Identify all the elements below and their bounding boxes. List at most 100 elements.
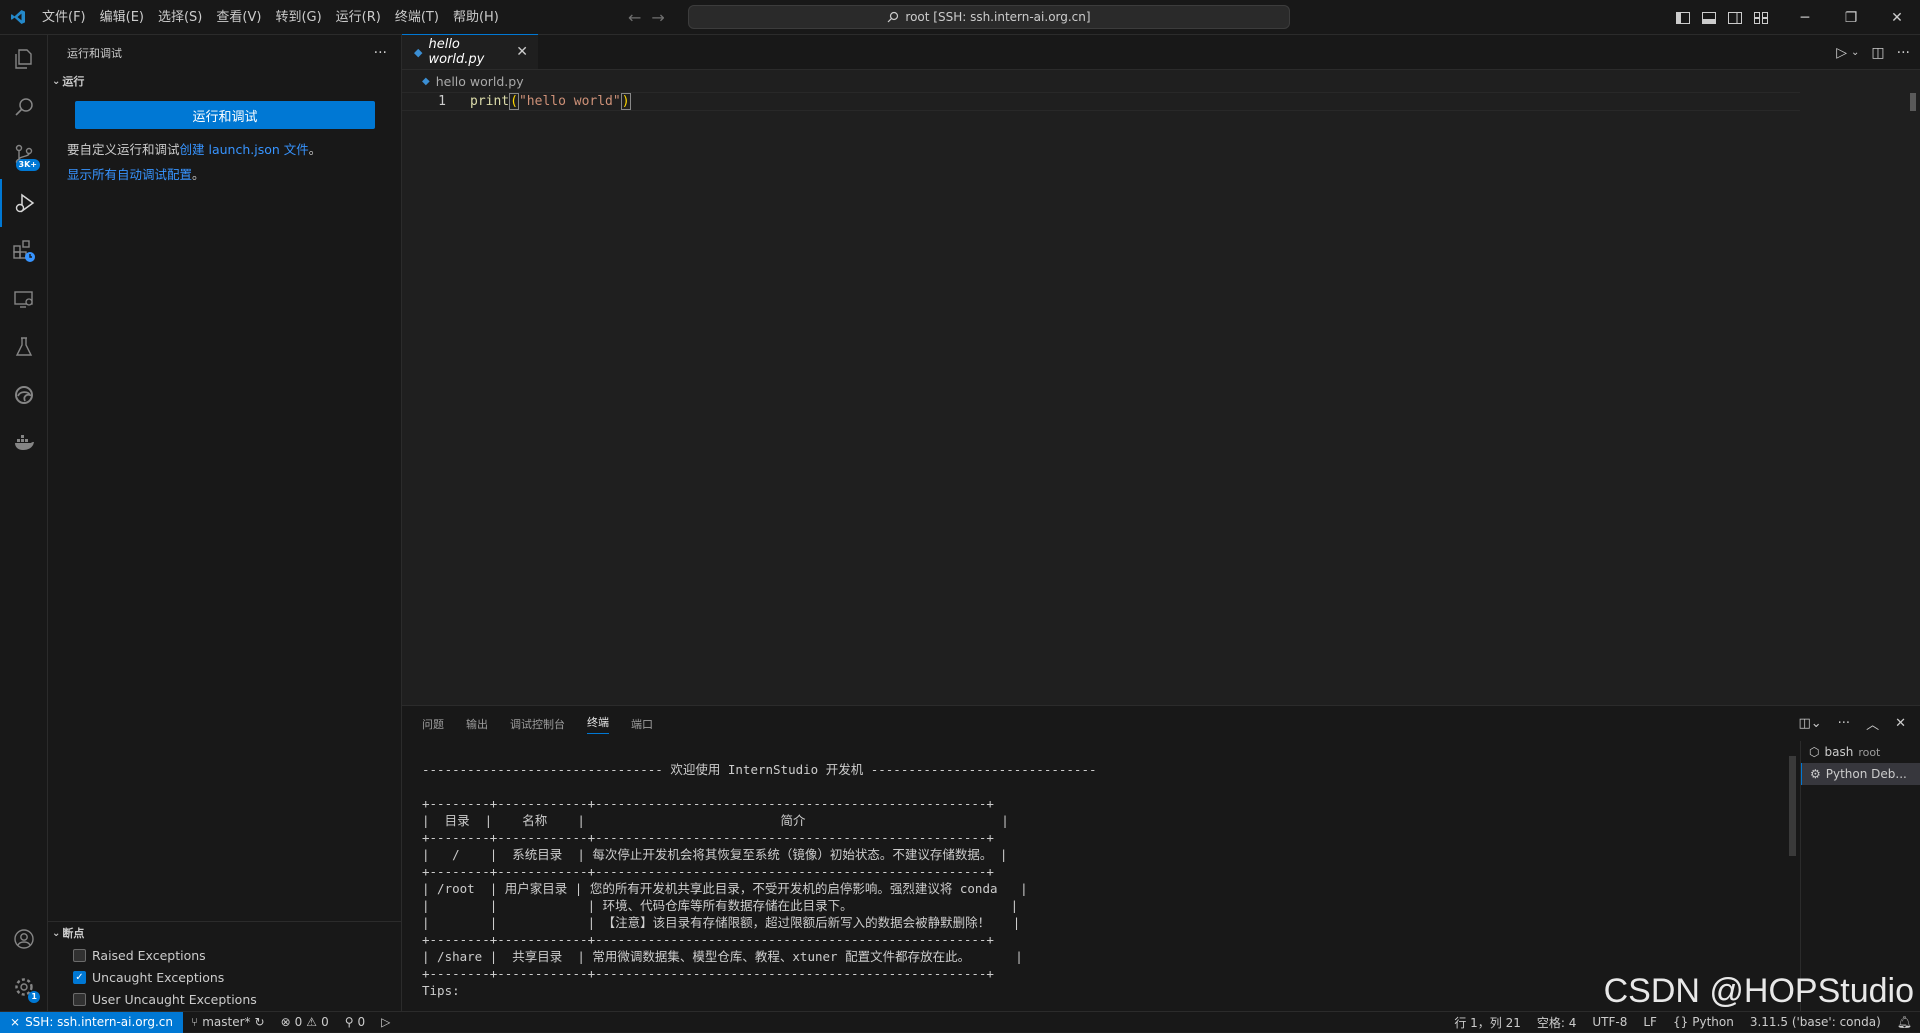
breakpoints-header[interactable]: ⌄ 断点 — [48, 922, 402, 944]
language-label: Python — [1692, 1015, 1734, 1029]
close-panel-icon[interactable]: ✕ — [1895, 716, 1906, 731]
breakpoint-item[interactable]: Raised Exceptions — [48, 944, 402, 966]
toggle-panel-icon[interactable] — [1696, 0, 1722, 35]
python-file-icon: ◆ — [422, 75, 430, 87]
show-all-debug-configs-link[interactable]: 显示所有自动调试配置 — [67, 167, 192, 182]
run-debug-icon[interactable] — [0, 179, 48, 227]
code-line[interactable]: 1 print("hello world") — [402, 92, 1800, 111]
menu-view[interactable]: 查看(V) — [209, 0, 268, 35]
split-editor-icon[interactable]: ◫ — [1871, 45, 1884, 61]
tab-debug-console[interactable]: 调试控制台 — [510, 716, 565, 732]
notifications-bell-icon[interactable]: 🔔︎ — [1889, 1015, 1920, 1029]
more-actions-icon[interactable]: ··· — [1838, 716, 1850, 731]
tab-problems[interactable]: 问题 — [422, 716, 444, 732]
breadcrumb-file[interactable]: hello world.py — [436, 74, 524, 89]
menu-run[interactable]: 运行(R) — [329, 0, 388, 35]
forward-arrow-icon[interactable]: → — [651, 8, 664, 27]
cursor-position[interactable]: 行 1，列 21 — [1446, 1014, 1529, 1031]
editor-scrollbar[interactable] — [1910, 93, 1916, 111]
menu-file[interactable]: 文件(F) — [35, 0, 93, 35]
customize-layout-icon[interactable] — [1748, 0, 1774, 35]
ports-icon: ⚲ — [344, 1015, 354, 1029]
toggle-primary-sidebar-icon[interactable] — [1670, 0, 1696, 35]
run-and-debug-button[interactable]: 运行和调试 — [75, 101, 375, 129]
braces-icon: {} — [1672, 1015, 1689, 1029]
breakpoint-item[interactable]: User Uncaught Exceptions — [48, 988, 402, 1010]
terminal-detail: root — [1858, 745, 1881, 759]
terminal-item-bash[interactable]: ⬡ bash root — [1801, 741, 1920, 763]
end-of-line[interactable]: LF — [1635, 1015, 1665, 1029]
encoding[interactable]: UTF-8 — [1584, 1015, 1635, 1029]
command-center[interactable]: root [SSH: ssh.intern-ai.org.cn] — [688, 5, 1290, 29]
uncaught-exceptions-checkbox[interactable]: ✓ — [73, 970, 86, 984]
menu-terminal[interactable]: 终端(T) — [388, 0, 446, 35]
settings-badge: 1 — [28, 991, 40, 1003]
raised-exceptions-checkbox[interactable] — [73, 948, 86, 962]
ports-count: 0 — [357, 1015, 366, 1029]
create-launch-json-link[interactable]: 创建 launch.json 文件 — [180, 142, 309, 157]
back-arrow-icon[interactable]: ← — [628, 8, 641, 27]
more-actions-icon[interactable]: ··· — [1897, 45, 1910, 61]
run-python-file-icon[interactable]: ▷ — [1836, 45, 1847, 61]
run-debug-sidebar: 运行和调试 ··· ⌄ 运行 运行和调试 要自定义运行和调试创建 launch.… — [48, 35, 402, 1011]
menu-selection[interactable]: 选择(S) — [151, 0, 209, 35]
tab-output[interactable]: 输出 — [466, 716, 488, 732]
indentation[interactable]: 空格: 4 — [1529, 1014, 1585, 1031]
terminal-output[interactable]: -------------------------------- 欢迎使用 In… — [422, 761, 1097, 999]
breakpoint-label: User Uncaught Exceptions — [92, 991, 257, 1007]
close-tab-icon[interactable]: ✕ — [516, 44, 528, 60]
search-icon — [887, 11, 899, 23]
source-control-icon[interactable]: 3K+ — [0, 131, 48, 179]
breakpoints-section: ⌄ 断点 Raised Exceptions ✓ Uncaught Except… — [48, 921, 402, 1010]
breadcrumb: ◆ hello world.py — [402, 70, 1920, 92]
code-string: "hello world" — [518, 94, 621, 109]
toggle-secondary-sidebar-icon[interactable] — [1722, 0, 1748, 35]
testing-icon[interactable] — [0, 323, 48, 371]
edge-devtools-icon[interactable] — [0, 371, 48, 419]
problems-indicator[interactable]: ⊗ 0 ⚠ 0 — [273, 1015, 337, 1029]
remote-indicator[interactable]: ⨯ SSH: ssh.intern-ai.org.cn — [0, 1011, 183, 1033]
menu-go[interactable]: 转到(G) — [268, 0, 328, 35]
docker-icon[interactable] — [0, 419, 48, 467]
maximize-panel-icon[interactable]: ︿ — [1866, 714, 1879, 733]
editor-tab[interactable]: ◆ hello world.py ✕ — [402, 34, 538, 69]
code-text: print("hello world") — [470, 93, 631, 110]
terminal-item-python-debug[interactable]: ⚙ Python Deb... — [1801, 763, 1920, 785]
menu-help[interactable]: 帮助(H) — [446, 0, 506, 35]
title-bar: 文件(F) 编辑(E) 选择(S) 查看(V) 转到(G) 运行(R) 终端(T… — [0, 0, 1920, 35]
breakpoint-label: Raised Exceptions — [92, 947, 206, 963]
git-branch[interactable]: ⑂ master* ↻ — [183, 1015, 273, 1029]
extensions-icon[interactable] — [0, 227, 48, 275]
sync-icon: ↻ — [254, 1015, 265, 1029]
remote-explorer-icon[interactable] — [0, 275, 48, 323]
terminal-scrollbar[interactable] — [1789, 756, 1796, 856]
chevron-down-icon[interactable]: ⌄ — [1851, 47, 1859, 58]
search-icon[interactable] — [0, 83, 48, 131]
account-icon[interactable] — [0, 915, 48, 963]
warning-count: 0 — [321, 1015, 329, 1029]
line-number: 1 — [438, 94, 446, 109]
sidebar-title: 运行和调试 — [67, 46, 122, 60]
run-section-header[interactable]: ⌄ 运行 — [48, 70, 401, 92]
minimize-icon[interactable]: ─ — [1782, 0, 1828, 35]
split-terminal-icon[interactable]: ◫⌄ — [1798, 716, 1821, 731]
manage-gear-icon[interactable]: 1 — [0, 963, 48, 1011]
language-mode[interactable]: {} Python — [1665, 1015, 1742, 1029]
python-interpreter[interactable]: 3.11.5 ('base': conda) — [1742, 1015, 1889, 1029]
debug-run-icon[interactable]: ▷ — [373, 1015, 398, 1029]
command-center-label: root [SSH: ssh.intern-ai.org.cn] — [905, 10, 1091, 24]
remote-icon: ⨯ — [10, 1015, 21, 1029]
user-uncaught-exceptions-checkbox[interactable] — [73, 992, 86, 1006]
tab-ports[interactable]: 端口 — [631, 716, 653, 732]
tab-terminal[interactable]: 终端 — [587, 714, 609, 734]
close-window-icon[interactable]: ✕ — [1874, 0, 1920, 35]
explorer-icon[interactable] — [0, 35, 48, 83]
show-all-suffix: 。 — [192, 167, 205, 182]
restore-icon[interactable]: ❐ — [1828, 0, 1874, 35]
close-paren: ) — [620, 93, 631, 110]
more-actions-icon[interactable]: ··· — [374, 45, 387, 61]
menu-edit[interactable]: 编辑(E) — [93, 0, 151, 35]
ports-indicator[interactable]: ⚲ 0 — [337, 1015, 373, 1029]
breakpoint-item[interactable]: ✓ Uncaught Exceptions — [48, 966, 402, 988]
branch-icon: ⑂ — [191, 1015, 199, 1029]
